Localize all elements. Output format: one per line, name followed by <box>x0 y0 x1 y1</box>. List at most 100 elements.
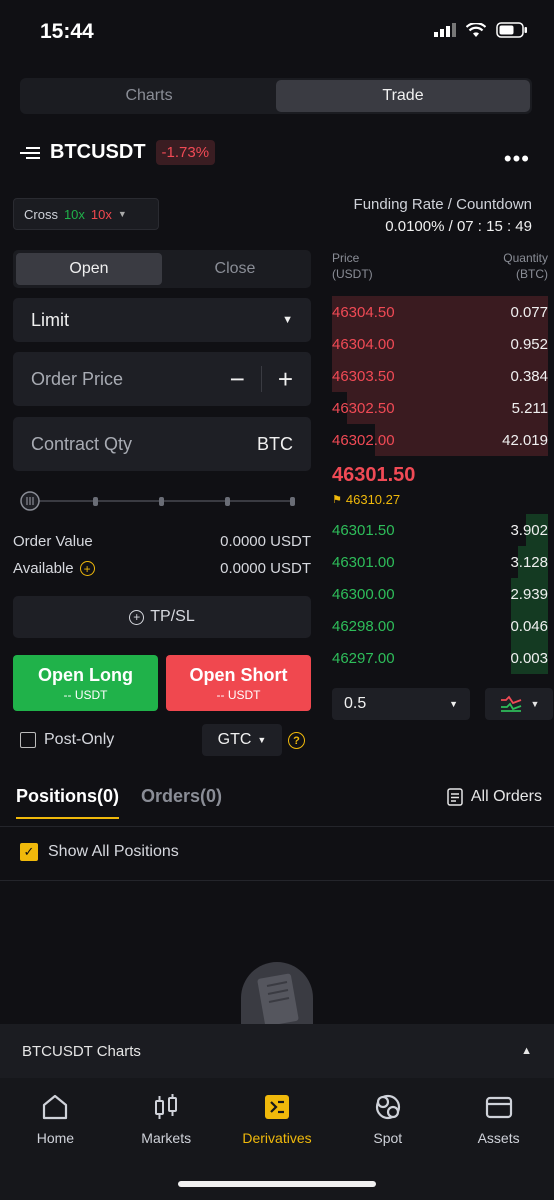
nav-home[interactable]: Home <box>0 1078 111 1200</box>
symbol-row[interactable]: BTCUSDT -1.73% <box>20 140 216 165</box>
depth-precision-select[interactable]: 0.5 ▼ <box>332 688 470 720</box>
minus-icon[interactable]: − <box>230 364 245 395</box>
bid-qty: 2.939 <box>510 585 548 603</box>
nav-spot-label: Spot <box>373 1130 403 1146</box>
chevron-down-icon: ▼ <box>117 209 127 219</box>
charts-drawer[interactable]: BTCUSDT Charts ▲ <box>0 1024 554 1078</box>
divider <box>0 826 554 827</box>
bid-row[interactable]: 46300.00 2.939 <box>332 578 548 610</box>
available-row: Available + 0.0000 USDT <box>13 560 311 577</box>
ask-row[interactable]: 46302.50 5.211 <box>332 392 548 424</box>
ask-row[interactable]: 46304.00 0.952 <box>332 328 548 360</box>
bid-qty: 3.902 <box>510 521 548 539</box>
order-type-value: Limit <box>31 309 70 330</box>
checkbox[interactable] <box>20 732 36 748</box>
all-orders-label: All Orders <box>470 788 542 805</box>
open-short-label: Open Short <box>189 664 288 685</box>
tab-charts[interactable]: Charts <box>22 80 276 112</box>
long-leverage: 10x <box>63 206 85 222</box>
bid-price: 46298.00 <box>332 617 395 635</box>
bid-row[interactable]: 46298.00 0.046 <box>332 610 548 642</box>
wifi-icon <box>466 22 486 37</box>
qty-slider[interactable] <box>20 491 300 511</box>
order-value-label: Order Value <box>13 533 93 550</box>
order-price-input[interactable]: Order Price − + <box>13 352 311 406</box>
stepper-divider <box>260 366 262 392</box>
funding-value: 0.0100% / 07 : 15 : 49 <box>385 218 532 235</box>
bid-row[interactable]: 46297.00 0.003 <box>332 642 548 674</box>
ask-price: 46304.50 <box>332 303 395 321</box>
bid-price: 46301.50 <box>332 521 395 539</box>
tab-positions[interactable]: Positions(0) <box>16 786 120 819</box>
status-icons <box>434 22 528 38</box>
available-value: 0.0000 USDT <box>220 560 311 577</box>
plus-circle-icon: + <box>129 609 145 625</box>
ask-row[interactable]: 46302.00 42.019 <box>332 424 548 456</box>
plus-icon[interactable]: + <box>278 364 293 395</box>
all-orders-link[interactable]: All Orders <box>447 788 542 806</box>
menu-icon[interactable] <box>20 146 40 160</box>
order-price-placeholder: Order Price <box>31 368 124 389</box>
more-options-icon[interactable]: ••• <box>504 146 530 172</box>
checkmark-icon[interactable]: ✓ <box>20 843 38 861</box>
caret-up-icon[interactable]: ▲ <box>521 1045 532 1057</box>
open-close-tabs: Open Close <box>13 250 311 288</box>
ask-row[interactable]: 46304.50 0.077 <box>332 296 548 328</box>
ask-row[interactable]: 46303.50 0.384 <box>332 360 548 392</box>
leverage-selector[interactable]: Cross 10x 10x ▼ <box>13 198 159 230</box>
markets-icon <box>155 1094 178 1119</box>
orderbook-view-select[interactable]: ▼ <box>485 688 553 720</box>
funding-rate: Funding Rate / Countdown 0.0100% / 07 : … <box>354 194 532 238</box>
open-short-button[interactable]: Open Short -- USDT <box>166 655 311 711</box>
nav-home-label: Home <box>36 1130 75 1146</box>
ask-price: 46302.00 <box>332 431 395 449</box>
short-leverage: 10x <box>90 206 112 222</box>
time-in-force-select[interactable]: GTC ▼ <box>202 724 282 756</box>
bid-price: 46300.00 <box>332 585 395 603</box>
qty-unit: (BTC) <box>516 267 548 281</box>
margin-mode: Cross <box>24 206 58 222</box>
depth-value: 0.5 <box>344 695 367 712</box>
order-type-select[interactable]: Limit ▼ <box>13 298 311 342</box>
tpsl-label: TP/SL <box>150 608 195 625</box>
charts-drawer-label: BTCUSDT Charts <box>22 1042 141 1060</box>
tpsl-button[interactable]: + TP/SL <box>13 596 311 638</box>
mark-price-row: ⚑ 46310.27 <box>332 492 400 507</box>
funding-label: Funding Rate / Countdown <box>353 196 532 213</box>
tab-close[interactable]: Close <box>162 253 308 285</box>
orderbook-header: Price (USDT) Quantity (BTC) <box>332 250 548 282</box>
document-icon <box>447 788 463 806</box>
derivatives-icon <box>264 1095 289 1119</box>
flag-icon: ⚑ <box>332 494 342 506</box>
show-all-positions-label: Show All Positions <box>48 843 179 860</box>
add-funds-icon[interactable]: + <box>79 561 95 576</box>
tab-trade[interactable]: Trade <box>276 80 530 112</box>
bid-price: 46297.00 <box>332 649 395 667</box>
home-indicator <box>178 1181 376 1187</box>
show-all-positions-checkbox[interactable]: ✓ Show All Positions <box>20 843 179 861</box>
qty-unit[interactable]: BTC <box>257 434 293 455</box>
divider <box>0 880 554 881</box>
battery-icon <box>496 22 527 38</box>
bid-row[interactable]: 46301.50 3.902 <box>332 514 548 546</box>
wallet-icon <box>485 1096 512 1119</box>
home-icon <box>43 1094 68 1120</box>
tab-open[interactable]: Open <box>16 253 162 285</box>
nav-assets[interactable]: Assets <box>443 1078 554 1200</box>
nav-assets-label: Assets <box>477 1130 520 1146</box>
caret-down-icon: ▼ <box>282 314 293 326</box>
price-header: Price <box>332 251 360 265</box>
bid-qty: 3.128 <box>510 553 548 571</box>
tab-orders[interactable]: Orders(0) <box>141 786 222 819</box>
open-long-button[interactable]: Open Long -- USDT <box>13 655 158 711</box>
price-change-badge: -1.73% <box>155 140 216 165</box>
post-only-checkbox[interactable]: Post-Only <box>20 731 114 749</box>
post-only-label: Post-Only <box>44 731 115 748</box>
ask-price: 46304.00 <box>332 335 395 353</box>
contract-qty-input[interactable]: Contract Qty BTC <box>13 417 311 471</box>
order-value: 0.0000 USDT <box>220 533 311 550</box>
signal-icon <box>434 23 456 37</box>
nav-markets-label: Markets <box>141 1130 192 1146</box>
bid-row[interactable]: 46301.00 3.128 <box>332 546 548 578</box>
help-icon[interactable]: ? <box>288 732 305 749</box>
